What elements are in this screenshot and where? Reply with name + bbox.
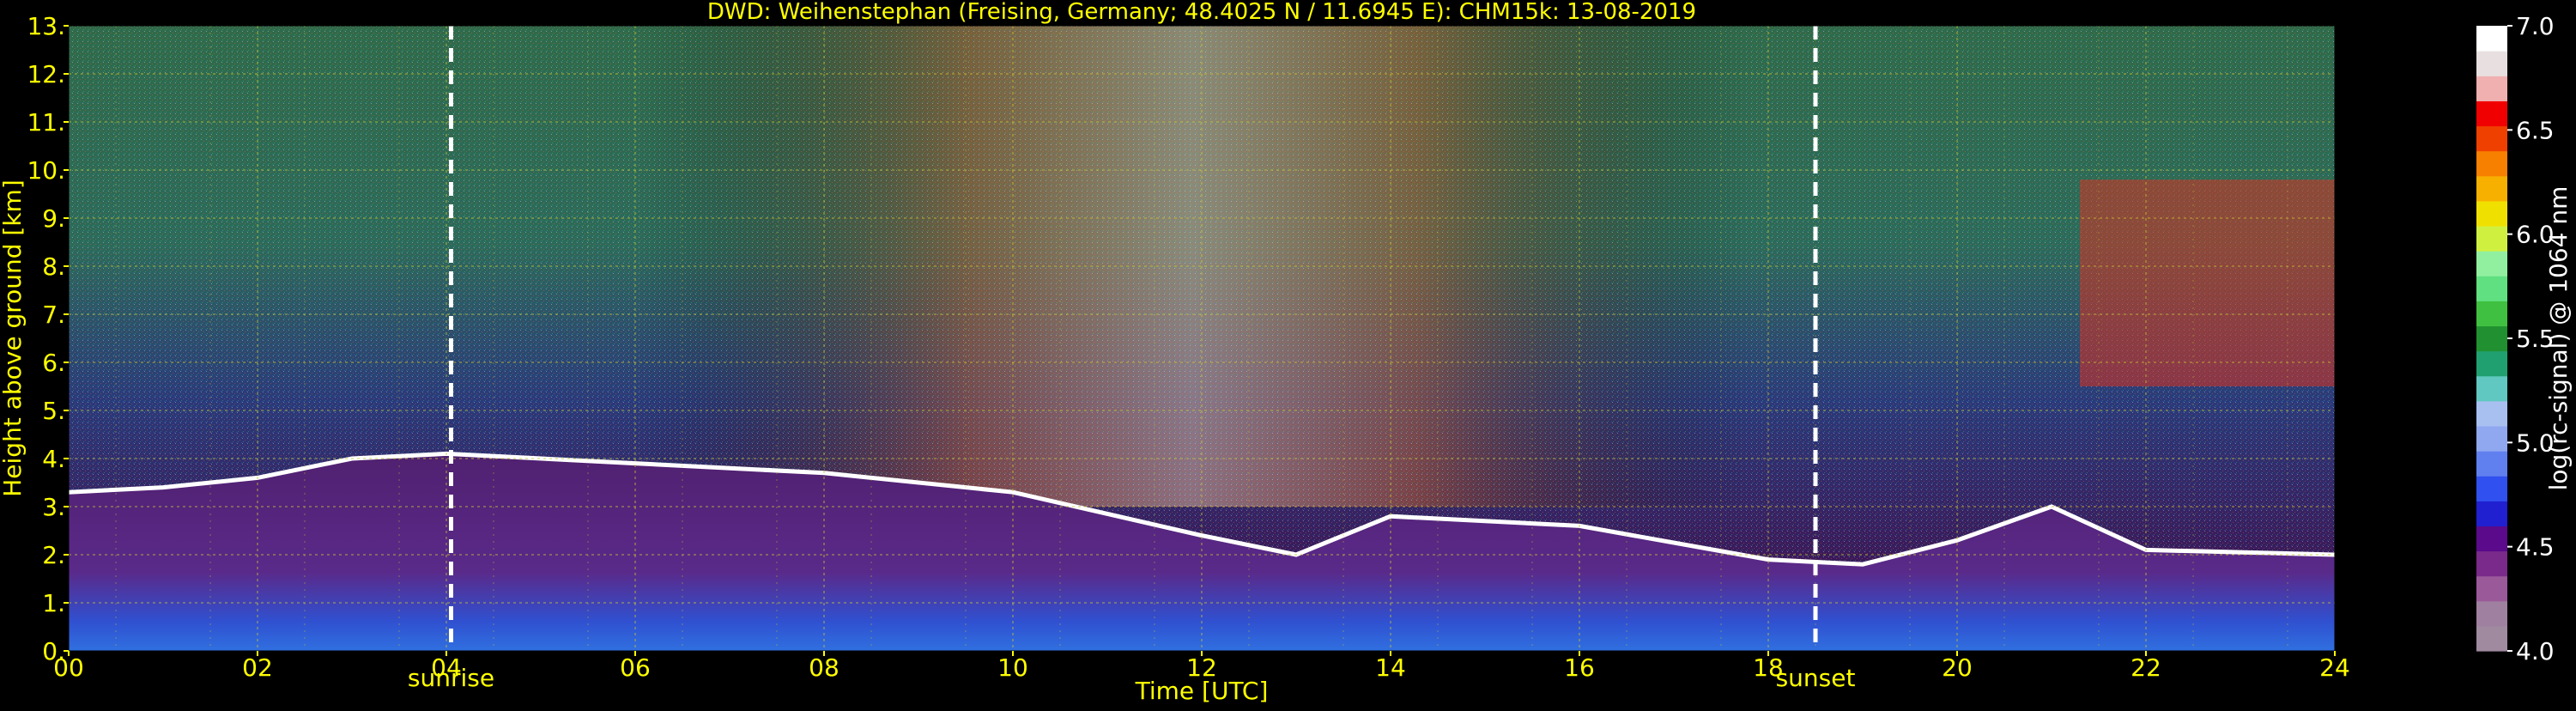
y-tick-label: 6.: [42, 349, 65, 377]
x-tick-label: 22: [2131, 653, 2161, 682]
cirrus-cloud-body: [2080, 179, 2335, 386]
colorbar-segment: [2476, 301, 2507, 327]
y-tick-label: 3.: [42, 493, 65, 521]
colorbar-segment: [2476, 100, 2507, 127]
x-tick-label: 06: [620, 653, 651, 682]
colorbar-segment: [2476, 125, 2507, 152]
colorbar-segment: [2476, 276, 2507, 301]
y-axis-label: Height above ground [km]: [0, 179, 27, 497]
colorbar-segment: [2476, 451, 2507, 477]
colorbar-segment: [2476, 400, 2507, 427]
colorbar-segment: [2476, 225, 2507, 252]
x-tick-label: 20: [1942, 653, 1973, 682]
colorbar-segment: [2476, 76, 2507, 101]
colorbar-segment: [2476, 175, 2507, 202]
y-tick-label: 7.: [42, 301, 65, 329]
colorbar-tick-label: 4.0: [2516, 637, 2555, 665]
colorbar: [2476, 26, 2507, 652]
colorbar-segment: [2476, 350, 2507, 377]
colorbar-tick-label: 7.0: [2516, 12, 2555, 40]
y-tick-label: 8.: [42, 252, 65, 281]
colorbar-segment: [2476, 575, 2507, 602]
y-tick-label: 0.: [42, 637, 65, 665]
y-tick-label: 4.: [42, 445, 65, 473]
x-axis-label: Time [UTC]: [1135, 677, 1269, 705]
y-tick-label: 9.: [42, 204, 65, 233]
ceilometer-chart: sunrise sunset 00 02 04 06 08 10 12 14 16 18 20 22 24…: [0, 0, 2576, 708]
y-tick-label: 2.: [42, 541, 65, 569]
x-tick-label: 18: [1753, 653, 1784, 682]
x-tick-label: 08: [809, 653, 839, 682]
colorbar-segment: [2476, 625, 2507, 652]
y-tick-label: 10.: [27, 156, 65, 185]
chart-title: DWD: Weihenstephan (Freising, Germany; 4…: [707, 0, 1696, 25]
cirrus-cloud: [2080, 179, 2335, 386]
colorbar-segment: [2476, 375, 2507, 402]
colorbar-segment: [2476, 200, 2507, 227]
x-tick-label: 24: [2319, 653, 2350, 682]
x-tick-label: 04: [431, 653, 462, 682]
y-axis-ticks: 0. 1. 2. 3. 4. 5. 6. 7. 8. 9. 10. 11. 12. 13.: [27, 12, 69, 665]
y-tick-label: 5.: [42, 397, 65, 425]
colorbar-tick-label: 6.5: [2516, 116, 2555, 144]
colorbar-segment: [2476, 550, 2507, 577]
colorbar-segment: [2476, 501, 2507, 526]
x-tick-label: 10: [997, 653, 1028, 682]
y-tick-label: 12.: [27, 60, 65, 88]
colorbar-segment: [2476, 526, 2507, 552]
colorbar-segment: [2476, 251, 2507, 276]
y-tick-label: 13.: [27, 12, 65, 40]
colorbar-tick-label: 4.5: [2516, 533, 2555, 562]
colorbar-segment: [2476, 425, 2507, 452]
colorbar-segment: [2476, 600, 2507, 627]
y-tick-label: 1.: [42, 589, 65, 617]
colorbar-segment: [2476, 150, 2507, 177]
x-tick-label: 02: [242, 653, 273, 682]
x-tick-label: 14: [1375, 653, 1406, 682]
annotation-label: sunset: [1776, 664, 1856, 692]
colorbar-segment: [2476, 26, 2507, 52]
colorbar-segment: [2476, 476, 2507, 501]
x-tick-label: 16: [1564, 653, 1595, 682]
colorbar-segment: [2476, 51, 2507, 76]
y-tick-label: 11.: [27, 108, 65, 137]
colorbar-label: log(rc-signal) @ 1064 nm: [2544, 186, 2573, 491]
colorbar-segment: [2476, 325, 2507, 352]
chart-svg: sunrise sunset 00 02 04 06 08 10 12 14 16 18 20 22 24…: [0, 0, 2573, 705]
